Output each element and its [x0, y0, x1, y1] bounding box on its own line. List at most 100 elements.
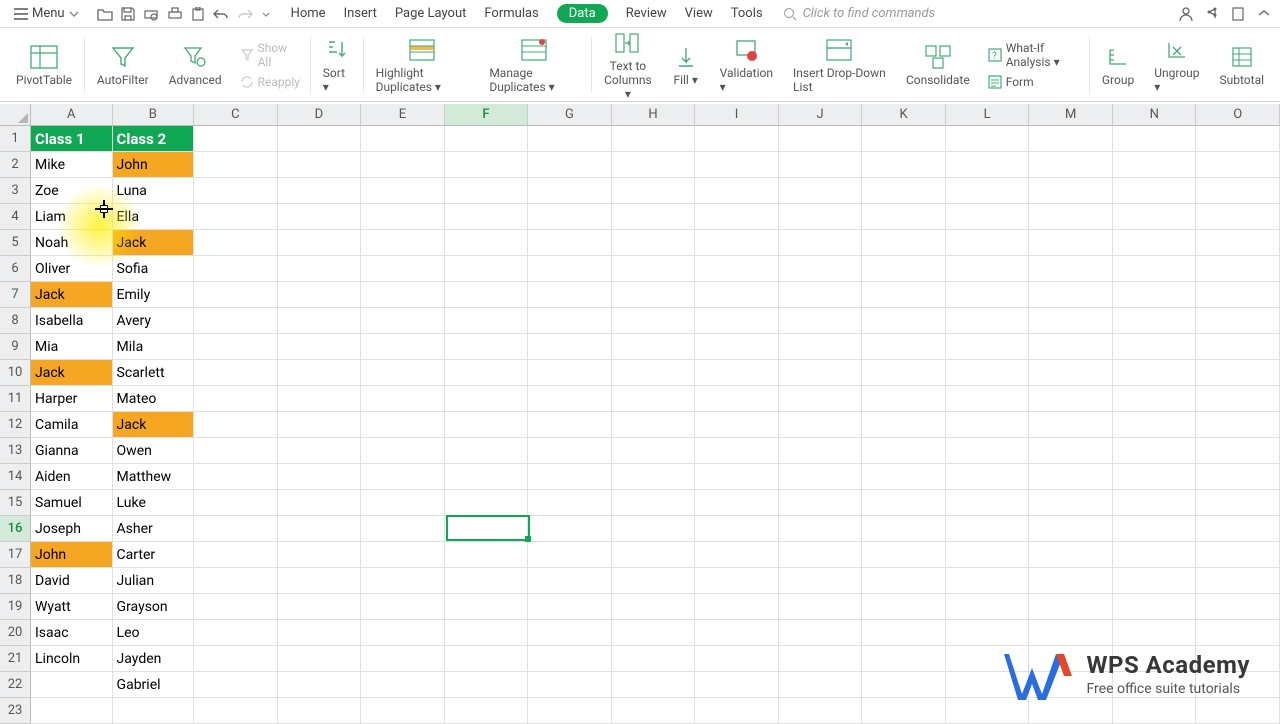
- cell-E15[interactable]: [361, 490, 445, 516]
- cell-H4[interactable]: [612, 204, 696, 230]
- cell-J12[interactable]: [779, 412, 863, 438]
- cell-K1[interactable]: [862, 126, 946, 152]
- cell-K4[interactable]: [862, 204, 946, 230]
- cell-D20[interactable]: [278, 620, 362, 646]
- cell-E8[interactable]: [361, 308, 445, 334]
- cell-I15[interactable]: [695, 490, 779, 516]
- cell-B10[interactable]: Scarlett: [113, 360, 195, 386]
- cell-M10[interactable]: [1029, 360, 1113, 386]
- row-header-22[interactable]: 22: [0, 672, 31, 698]
- command-search[interactable]: Click to find commands: [783, 6, 936, 21]
- cell-F17[interactable]: [445, 542, 529, 568]
- cell-L12[interactable]: [946, 412, 1030, 438]
- cell-B20[interactable]: Leo: [113, 620, 195, 646]
- cell-D2[interactable]: [278, 152, 362, 178]
- export-icon[interactable]: [1230, 6, 1246, 22]
- col-header-I[interactable]: I: [695, 104, 779, 126]
- cell-H6[interactable]: [612, 256, 696, 282]
- row-header-18[interactable]: 18: [0, 568, 31, 594]
- cell-K16[interactable]: [862, 516, 946, 542]
- cell-I18[interactable]: [695, 568, 779, 594]
- cell-B8[interactable]: Avery: [113, 308, 195, 334]
- cell-J14[interactable]: [779, 464, 863, 490]
- cell-G2[interactable]: [528, 152, 612, 178]
- cell-C8[interactable]: [194, 308, 278, 334]
- cell-D11[interactable]: [278, 386, 362, 412]
- cell-L7[interactable]: [946, 282, 1030, 308]
- cell-B11[interactable]: Mateo: [113, 386, 195, 412]
- cell-J16[interactable]: [779, 516, 863, 542]
- cell-F18[interactable]: [445, 568, 529, 594]
- cell-K10[interactable]: [862, 360, 946, 386]
- cell-H11[interactable]: [612, 386, 696, 412]
- cell-F15[interactable]: [445, 490, 529, 516]
- tab-formulas[interactable]: Formulas: [484, 6, 538, 21]
- open-icon[interactable]: [97, 7, 113, 21]
- cell-F2[interactable]: [445, 152, 529, 178]
- cell-M14[interactable]: [1029, 464, 1113, 490]
- row-header-23[interactable]: 23: [0, 698, 31, 724]
- cell-C7[interactable]: [194, 282, 278, 308]
- cell-O14[interactable]: [1196, 464, 1280, 490]
- save-icon[interactable]: [121, 7, 135, 21]
- cell-K22[interactable]: [862, 672, 946, 698]
- whatif-button[interactable]: ? What-If Analysis ▾: [988, 41, 1079, 69]
- cell-A2[interactable]: Mike: [31, 152, 113, 178]
- cell-E12[interactable]: [361, 412, 445, 438]
- cell-N4[interactable]: [1113, 204, 1197, 230]
- cell-N3[interactable]: [1113, 178, 1197, 204]
- form-button[interactable]: Form: [988, 75, 1079, 89]
- col-header-K[interactable]: K: [862, 104, 946, 126]
- cell-G11[interactable]: [528, 386, 612, 412]
- cell-B21[interactable]: Jayden: [113, 646, 195, 672]
- row-header-4[interactable]: 4: [0, 204, 31, 230]
- cell-K8[interactable]: [862, 308, 946, 334]
- cell-G12[interactable]: [528, 412, 612, 438]
- cell-I22[interactable]: [695, 672, 779, 698]
- cell-M16[interactable]: [1029, 516, 1113, 542]
- cell-B14[interactable]: Matthew: [113, 464, 195, 490]
- cell-L3[interactable]: [946, 178, 1030, 204]
- col-header-D[interactable]: D: [278, 104, 362, 126]
- cell-F3[interactable]: [445, 178, 529, 204]
- cell-N16[interactable]: [1113, 516, 1197, 542]
- cell-G9[interactable]: [528, 334, 612, 360]
- cell-J15[interactable]: [779, 490, 863, 516]
- cell-B17[interactable]: Carter: [113, 542, 195, 568]
- tab-insert[interactable]: Insert: [344, 6, 377, 21]
- cell-J19[interactable]: [779, 594, 863, 620]
- cell-D6[interactable]: [278, 256, 362, 282]
- reapply-button[interactable]: Reapply: [240, 75, 300, 89]
- cell-A19[interactable]: Wyatt: [31, 594, 113, 620]
- cell-D23[interactable]: [278, 698, 362, 724]
- ungroup-button[interactable]: Ungroup ▾: [1144, 36, 1209, 94]
- cell-I12[interactable]: [695, 412, 779, 438]
- cell-C11[interactable]: [194, 386, 278, 412]
- cell-G23[interactable]: [528, 698, 612, 724]
- col-header-B[interactable]: B: [113, 104, 195, 126]
- cell-M9[interactable]: [1029, 334, 1113, 360]
- cell-J1[interactable]: [779, 126, 863, 152]
- tab-data[interactable]: Data: [557, 4, 608, 23]
- cell-E22[interactable]: [361, 672, 445, 698]
- cell-G4[interactable]: [528, 204, 612, 230]
- select-all-corner[interactable]: [0, 104, 31, 126]
- cell-E23[interactable]: [361, 698, 445, 724]
- cell-B6[interactable]: Sofia: [113, 256, 195, 282]
- cell-F6[interactable]: [445, 256, 529, 282]
- cell-B19[interactable]: Grayson: [113, 594, 195, 620]
- cell-D8[interactable]: [278, 308, 362, 334]
- print-preview-icon[interactable]: [143, 7, 159, 21]
- redo-icon[interactable]: [237, 8, 253, 20]
- fill-button[interactable]: Fill ▾: [662, 43, 710, 87]
- cell-M18[interactable]: [1029, 568, 1113, 594]
- cell-H18[interactable]: [612, 568, 696, 594]
- undo-icon[interactable]: [213, 8, 229, 20]
- cell-L17[interactable]: [946, 542, 1030, 568]
- cell-D5[interactable]: [278, 230, 362, 256]
- cell-K9[interactable]: [862, 334, 946, 360]
- cell-C22[interactable]: [194, 672, 278, 698]
- cell-K14[interactable]: [862, 464, 946, 490]
- cell-H23[interactable]: [612, 698, 696, 724]
- cell-O15[interactable]: [1196, 490, 1280, 516]
